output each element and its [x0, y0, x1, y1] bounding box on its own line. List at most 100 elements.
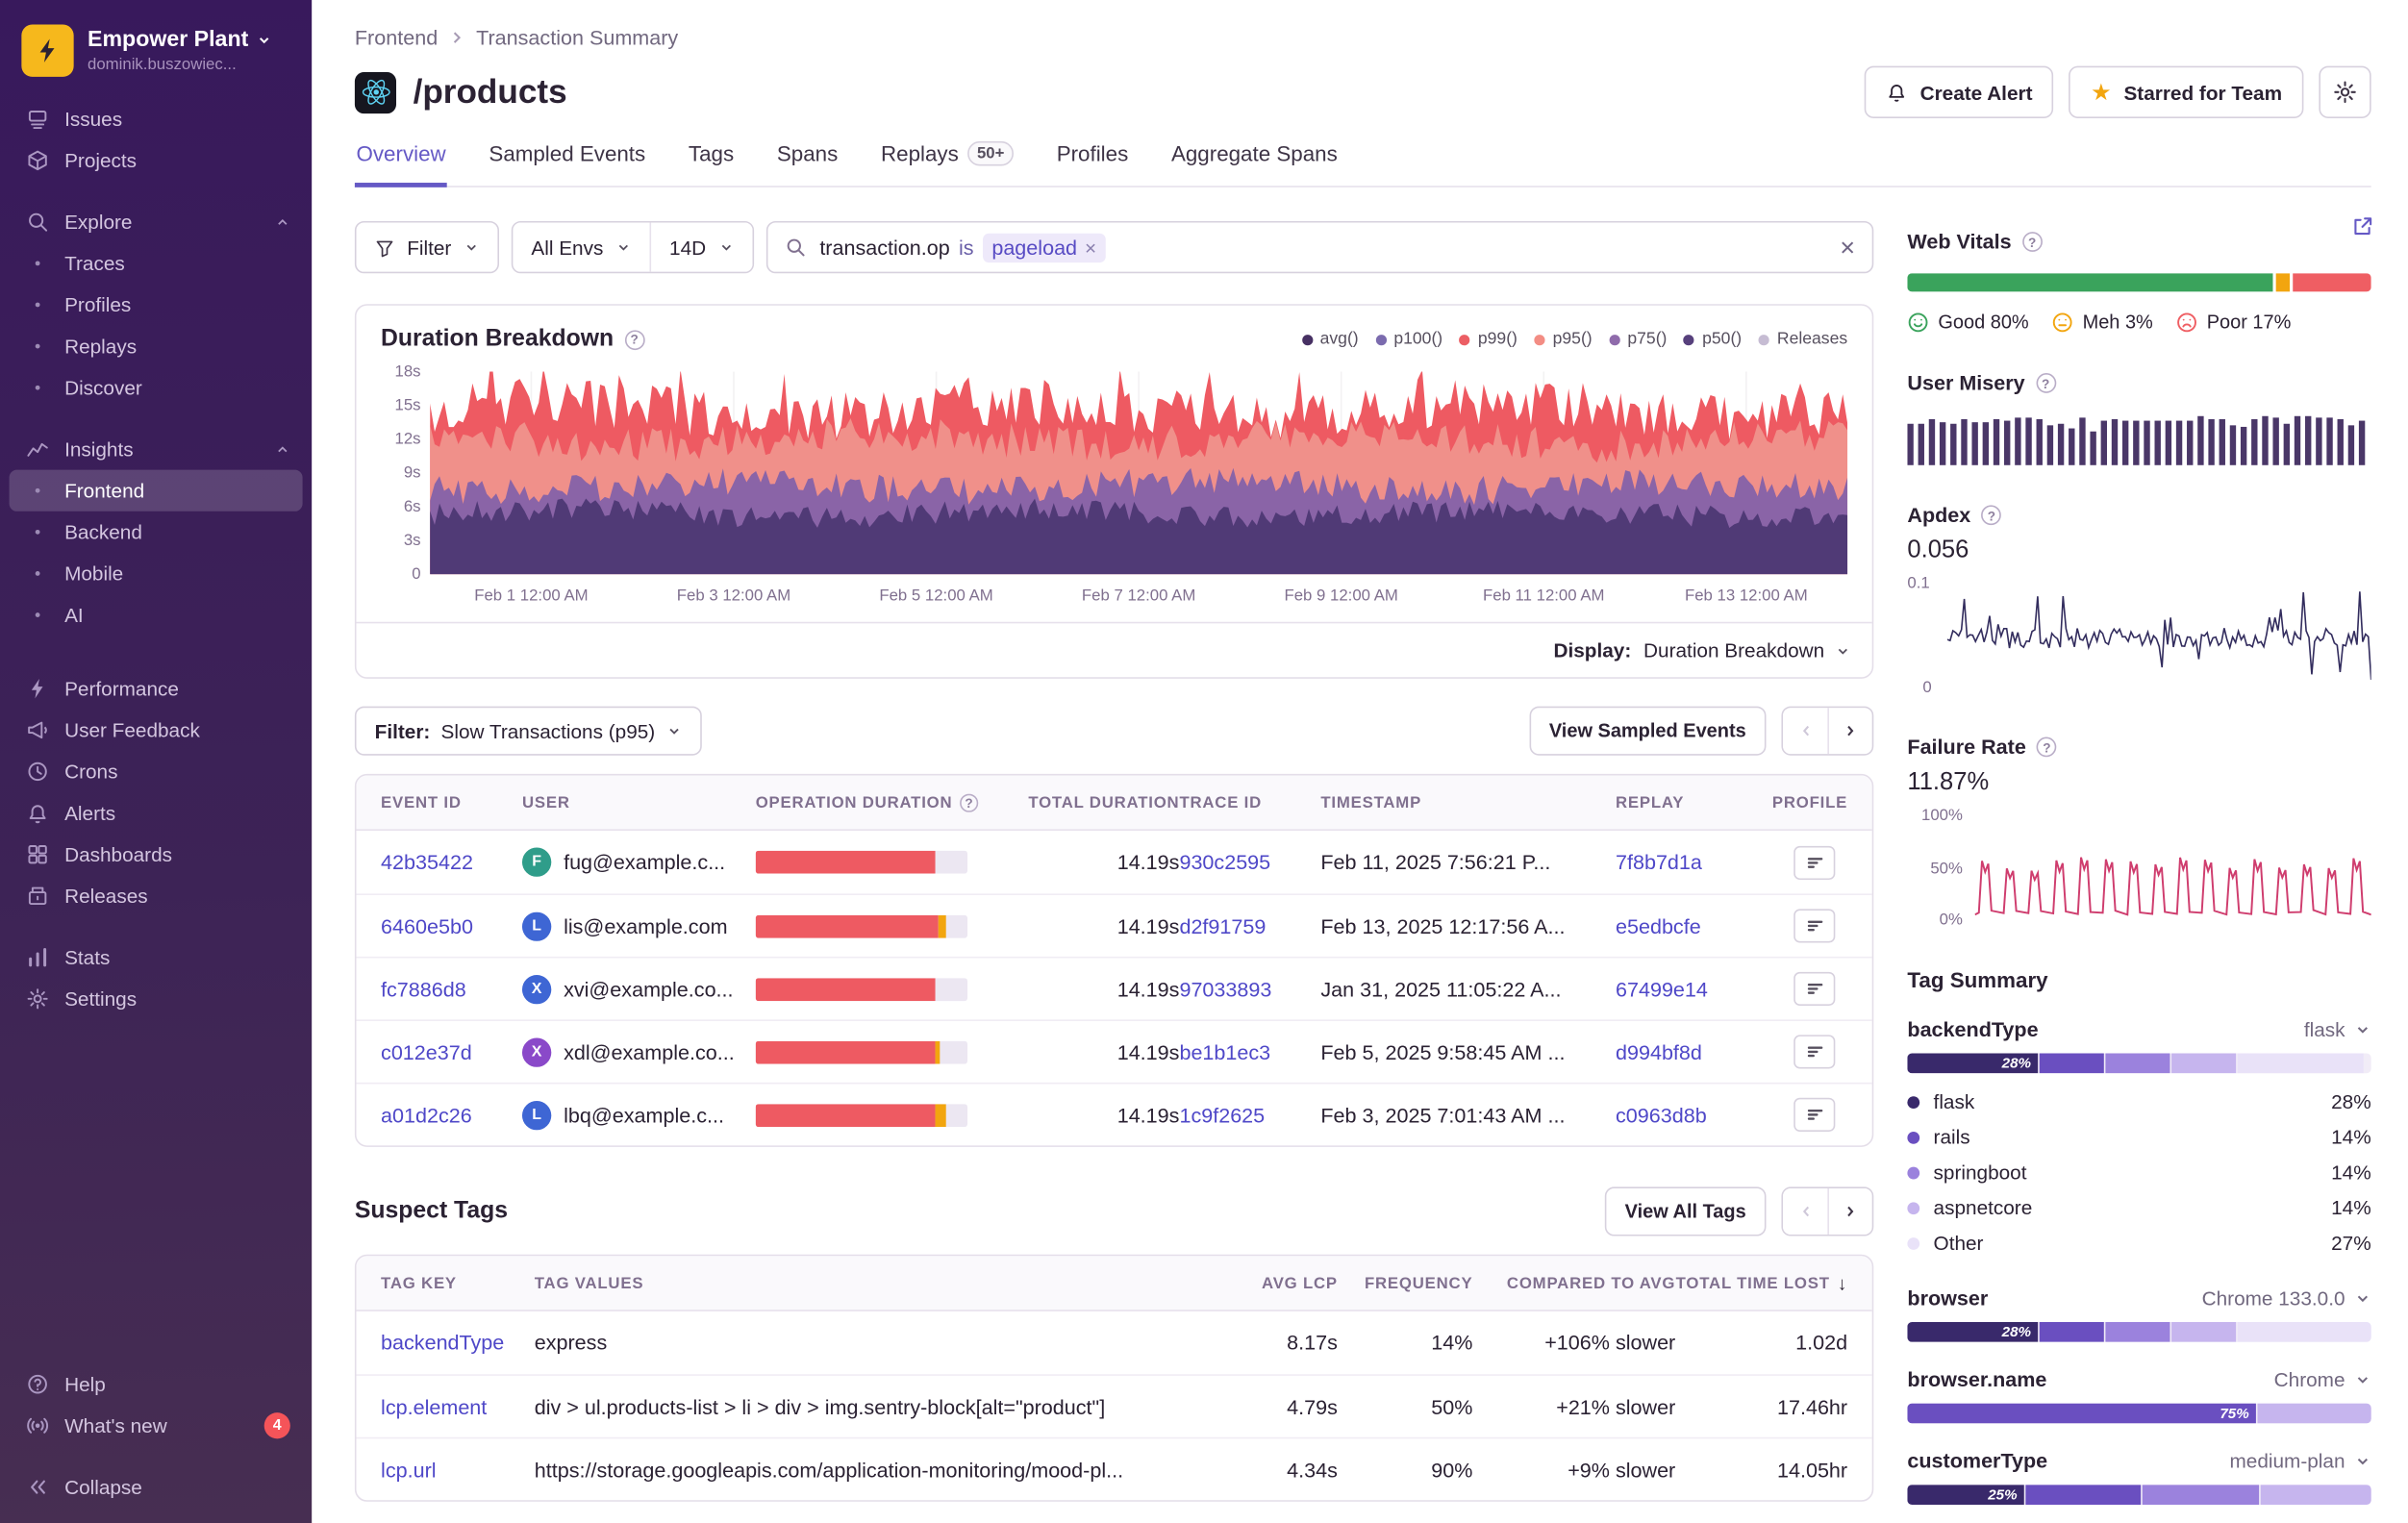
misery-bar [2101, 421, 2107, 465]
profile-button[interactable] [1793, 1035, 1835, 1068]
legend-item[interactable]: p99() [1460, 330, 1518, 348]
sidebar-item-help[interactable]: Help [10, 1363, 303, 1405]
sidebar-item-mobile[interactable]: Mobile [10, 553, 303, 594]
view-sampled-events-button[interactable]: View Sampled Events [1529, 707, 1766, 756]
misery-bar [2155, 420, 2161, 465]
help-circle-icon[interactable]: ? [624, 330, 644, 350]
replay-link[interactable]: c0963d8b [1616, 1103, 1707, 1126]
event-id-link[interactable]: 42b35422 [381, 851, 473, 874]
trace-id-link[interactable]: be1b1ec3 [1179, 1040, 1270, 1063]
event-id-link[interactable]: 6460e5b0 [381, 914, 473, 937]
tab-sampled-events[interactable]: Sampled Events [488, 141, 647, 187]
sidebar-item-frontend[interactable]: Frontend [10, 470, 303, 512]
tab-aggregate-spans[interactable]: Aggregate Spans [1169, 141, 1339, 187]
event-id-link[interactable]: a01d2c26 [381, 1103, 472, 1126]
display-selector[interactable]: Duration Breakdown [1643, 638, 1850, 662]
gear-icon [2333, 80, 2358, 105]
date-range-selector[interactable]: 14D [649, 223, 752, 272]
sidebar-item-backend[interactable]: Backend [10, 512, 303, 553]
legend-item[interactable]: avg() [1301, 330, 1358, 348]
profile-button[interactable] [1793, 845, 1835, 879]
tab-replays[interactable]: Replays50+ [879, 141, 1015, 187]
event-id-link[interactable]: fc7886d8 [381, 977, 466, 1000]
sidebar-item-explore[interactable]: Explore [10, 201, 303, 242]
sidebar-item-ai[interactable]: AI [10, 594, 303, 636]
left-column: Filter All Envs 14D [355, 221, 1873, 1523]
trace-id-link[interactable]: d2f91759 [1179, 914, 1266, 937]
token-remove-icon[interactable]: × [1085, 237, 1096, 258]
sidebar: Empower Plant dominik.buszowiec... Issue… [0, 0, 312, 1523]
tag-value-selector[interactable]: flask [2304, 1018, 2371, 1041]
replay-link[interactable]: 7f8b7d1a [1616, 851, 1702, 874]
previous-page-button[interactable] [1783, 708, 1827, 754]
view-all-tags-button[interactable]: View All Tags [1605, 1186, 1767, 1236]
legend-item[interactable]: Releases [1759, 330, 1847, 348]
next-page-button[interactable] [1827, 1188, 1871, 1235]
environment-selector[interactable]: All Envs [513, 223, 649, 272]
sidebar-item-projects[interactable]: Projects [10, 139, 303, 181]
profile-button[interactable] [1793, 1098, 1835, 1132]
org-switcher[interactable]: Empower Plant dominik.buszowiec... [0, 15, 312, 98]
settings-button[interactable] [2319, 66, 2370, 118]
legend-item[interactable]: p100() [1375, 330, 1442, 348]
tag-key-link[interactable]: lcp.element [381, 1395, 487, 1418]
replay-link[interactable]: e5edbcfe [1616, 914, 1701, 937]
help-circle-icon[interactable]: ? [2036, 373, 2056, 393]
tab-overview[interactable]: Overview [355, 141, 447, 187]
starred-for-team-button[interactable]: ★ Starred for Team [2069, 66, 2304, 118]
sidebar-item-discover[interactable]: Discover [10, 367, 303, 409]
replay-link[interactable]: 67499e14 [1616, 977, 1708, 1000]
sidebar-item-settings[interactable]: Settings [10, 978, 303, 1019]
tag-value-selector[interactable]: Chrome [2274, 1368, 2371, 1391]
search-token[interactable]: transaction.op is pageload× [819, 233, 1105, 262]
next-page-button[interactable] [1827, 708, 1871, 754]
event-id-link[interactable]: c012e37d [381, 1040, 472, 1063]
tag-legend-row: Other27% [1907, 1225, 2370, 1261]
sort-descending-icon[interactable]: ↓ [1838, 1272, 1847, 1293]
breadcrumb-frontend[interactable]: Frontend [355, 25, 438, 48]
sidebar-item-releases[interactable]: Releases [10, 875, 303, 916]
legend-item[interactable]: p50() [1684, 330, 1742, 348]
help-circle-icon[interactable]: ? [2037, 737, 2057, 758]
help-circle-icon[interactable]: ? [2022, 232, 2043, 252]
replay-link[interactable]: d994bf8d [1616, 1040, 1702, 1063]
tab-profiles[interactable]: Profiles [1055, 141, 1130, 187]
sidebar-item-profiles[interactable]: Profiles [10, 284, 303, 325]
help-circle-icon[interactable]: ? [1981, 505, 2001, 525]
search-input[interactable]: transaction.op is pageload× × [765, 221, 1873, 273]
sidebar-item-dashboards[interactable]: Dashboards [10, 834, 303, 875]
sidebar-item-performance[interactable]: Performance [10, 668, 303, 710]
sidebar-item-alerts[interactable]: Alerts [10, 792, 303, 834]
open-in-new-icon[interactable] [2351, 215, 2374, 238]
sidebar-item-traces[interactable]: Traces [10, 242, 303, 284]
trace-id-link[interactable]: 97033893 [1179, 977, 1271, 1000]
search-clear-icon[interactable]: × [1840, 235, 1855, 261]
info-circle-icon[interactable]: ? [960, 793, 978, 811]
tab-spans[interactable]: Spans [775, 141, 840, 187]
sidebar-item-insights[interactable]: Insights [10, 429, 303, 470]
filter-button[interactable]: Filter [355, 221, 499, 273]
tab-tags[interactable]: Tags [687, 141, 735, 187]
tag-value-selector[interactable]: medium-plan [2230, 1450, 2371, 1473]
misery-bar [2251, 419, 2257, 465]
create-alert-button[interactable]: Create Alert [1865, 66, 2054, 118]
legend-item[interactable]: p95() [1534, 330, 1592, 348]
previous-page-button[interactable] [1783, 1188, 1827, 1235]
tag-summary-title: Tag Summary [1907, 967, 2370, 992]
sidebar-item-replays[interactable]: Replays [10, 326, 303, 367]
sidebar-item-crons[interactable]: Crons [10, 751, 303, 792]
sidebar-collapse-button[interactable]: Collapse [10, 1466, 303, 1508]
sidebar-item-stats[interactable]: Stats [10, 936, 303, 978]
sidebar-item-issues[interactable]: Issues [10, 98, 303, 139]
trace-id-link[interactable]: 1c9f2625 [1179, 1103, 1265, 1126]
trace-id-link[interactable]: 930c2595 [1179, 851, 1270, 874]
tag-key-link[interactable]: lcp.url [381, 1458, 437, 1481]
profile-button[interactable] [1793, 909, 1835, 942]
sidebar-item-user-feedback[interactable]: User Feedback [10, 710, 303, 751]
tag-value-selector[interactable]: Chrome 133.0.0 [2202, 1286, 2371, 1310]
sidebar-item-whats-new[interactable]: What's new 4 [10, 1405, 303, 1446]
legend-item[interactable]: p75() [1609, 330, 1667, 348]
profile-button[interactable] [1793, 972, 1835, 1006]
tag-key-link[interactable]: backendType [381, 1332, 504, 1355]
transactions-filter-selector[interactable]: Filter: Slow Transactions (p95) [355, 707, 701, 756]
